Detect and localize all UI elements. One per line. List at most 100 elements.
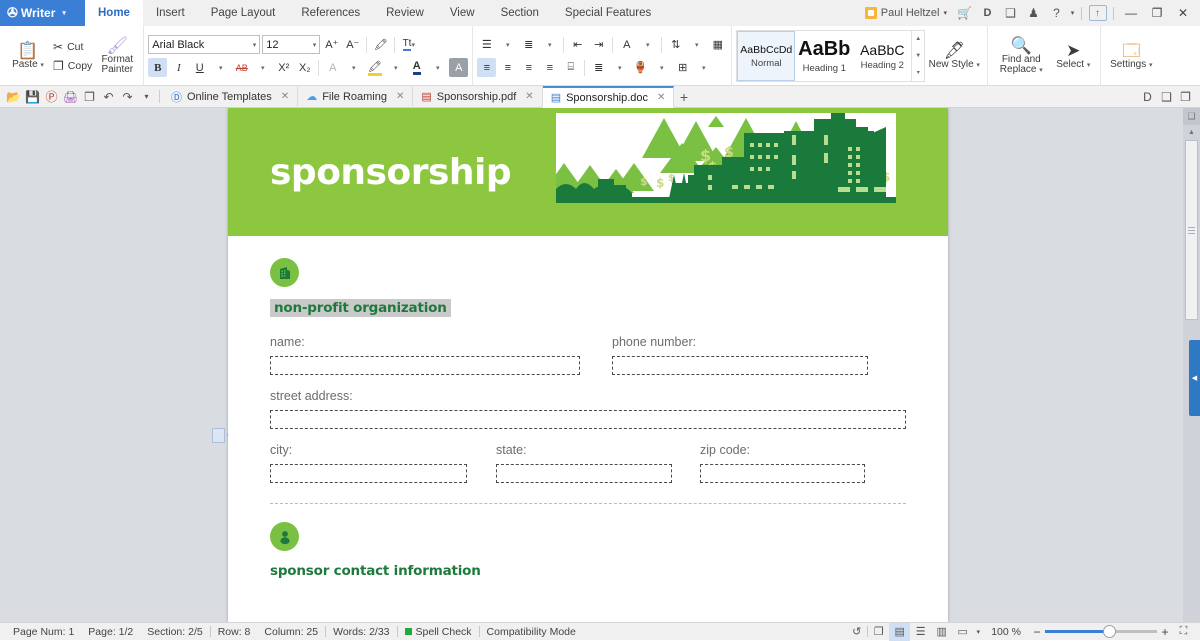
phone-input[interactable] [612, 356, 868, 375]
highlight-icon[interactable]: 🖍 [365, 58, 384, 77]
asian-layout-icon[interactable]: A [617, 35, 636, 54]
gallery-more-icon[interactable]: ▾ [912, 64, 924, 81]
app-brand-button[interactable]: ✇ Writer ▾ [0, 0, 85, 26]
asian-layout-caret-icon[interactable]: ▾ [638, 35, 657, 54]
minimize-button[interactable]: — [1118, 0, 1144, 26]
borders-icon[interactable]: ⊞ [673, 58, 692, 77]
image-toolbar-icon[interactable]: ❑ [1157, 86, 1176, 108]
font-color-button[interactable]: A [407, 58, 426, 77]
spell-check-button[interactable]: Spell Check [398, 626, 479, 638]
sort-icon[interactable]: ⇅ [666, 35, 685, 54]
numbered-list-caret-icon[interactable]: ▾ [540, 35, 559, 54]
sort-caret-icon[interactable]: ▾ [687, 35, 706, 54]
ribbon-tab-home[interactable]: Home [85, 0, 143, 26]
ribbon-tab-insert[interactable]: Insert [143, 0, 198, 26]
restore-button[interactable]: ❐ [1144, 0, 1170, 26]
print-layout-icon[interactable]: ▤ [889, 622, 911, 641]
section-heading-non-profit[interactable]: non-profit organization [270, 299, 451, 317]
share-toolbar-icon[interactable]: ❐ [1176, 86, 1195, 108]
shirt-icon[interactable]: ♟ [1022, 0, 1045, 26]
text-tool-button[interactable]: Tt ▾ [399, 35, 418, 54]
view-options-caret-icon[interactable]: ▾ [973, 623, 983, 641]
grow-font-button[interactable]: A⁺ [322, 35, 341, 54]
align-left-icon[interactable]: ≡ [477, 58, 497, 77]
copy-button[interactable]: ❐ Copy [50, 58, 95, 74]
numbered-list-icon[interactable]: ≣ [519, 35, 538, 54]
distribute-icon[interactable]: ⌸ [561, 58, 580, 77]
close-icon[interactable]: ✕ [281, 91, 289, 102]
justify-icon[interactable]: ≡ [540, 58, 559, 77]
new-style-button[interactable]: 🖋 New Style ▾ [925, 28, 983, 84]
outline-view-icon[interactable]: ☰ [910, 623, 931, 641]
borders-caret-icon[interactable]: ▾ [694, 58, 713, 77]
print-icon[interactable]: 🖨 [61, 86, 80, 108]
increase-indent-icon[interactable]: ⇥ [589, 35, 608, 54]
find-and-replace-button[interactable]: 🔍 Find and Replace ▾ [992, 28, 1050, 84]
help-caret-icon[interactable]: ▾ [1068, 0, 1077, 26]
state-input[interactable] [496, 464, 672, 483]
section-heading-sponsor-contact[interactable]: sponsor contact information [270, 563, 481, 579]
save-icon[interactable]: 💾 [23, 86, 42, 108]
ribbon-tab-special-features[interactable]: Special Features [552, 0, 664, 26]
character-border-caret-icon[interactable]: ▾ [344, 58, 363, 77]
gallery-scroll-down-icon[interactable]: ▼ [912, 48, 924, 65]
pdf-toolbar-icon[interactable]: D [1138, 86, 1157, 108]
zoom-knob[interactable] [1103, 625, 1117, 638]
style-heading-2[interactable]: AaBbC Heading 2 [853, 31, 911, 81]
zip-code-input[interactable] [700, 464, 865, 483]
superscript-button[interactable]: X² [274, 58, 293, 77]
align-right-icon[interactable]: ≡ [519, 58, 538, 77]
bullet-list-icon[interactable]: ☰ [477, 35, 496, 54]
highlight-caret-icon[interactable]: ▾ [386, 58, 405, 77]
gallery-scroll-up-icon[interactable]: ▲ [912, 31, 924, 48]
zoom-slider[interactable]: − + [1029, 625, 1173, 639]
zoom-track[interactable] [1045, 625, 1157, 638]
open-folder-icon[interactable]: 📂 [4, 86, 23, 108]
customize-caret-icon[interactable]: ▾ [137, 86, 156, 108]
history-icon[interactable]: ↺ [846, 623, 867, 641]
shading-icon[interactable]: 🏺 [631, 58, 650, 77]
ribbon-tab-section[interactable]: Section [488, 0, 552, 26]
user-account-button[interactable]: Paul Heltzel ▾ [864, 7, 947, 19]
fullscreen-icon[interactable]: ❐ [868, 623, 889, 641]
doc-tab-sponsorship-doc[interactable]: ▤ Sponsorship.doc ✕ [542, 85, 675, 108]
strikethrough-button[interactable]: AB [232, 58, 251, 77]
print-preview-icon[interactable]: ❐ [80, 86, 99, 108]
font-size-select[interactable]: 12 ▾ [262, 35, 321, 54]
ribbon-tab-references[interactable]: References [288, 0, 373, 26]
pdf-icon[interactable]: D [976, 0, 999, 26]
image-icon[interactable]: ❑ [999, 0, 1022, 26]
character-border-icon[interactable]: A [323, 58, 342, 77]
bold-button[interactable]: B [148, 58, 168, 77]
street-address-input[interactable] [270, 410, 906, 429]
close-icon[interactable]: ✕ [525, 91, 533, 102]
show-formatting-icon[interactable]: ▦ [708, 35, 727, 54]
new-tab-button[interactable]: + [674, 86, 693, 108]
fit-page-icon[interactable]: ⛶ [1173, 623, 1194, 641]
decrease-indent-icon[interactable]: ⇤ [568, 35, 587, 54]
italic-button[interactable]: I [169, 58, 188, 77]
ribbon-tab-view[interactable]: View [437, 0, 488, 26]
style-heading-1[interactable]: AaBb Heading 1 [795, 31, 853, 81]
subscript-button[interactable]: X₂ [295, 58, 314, 77]
cut-button[interactable]: ✂ Cut [50, 39, 95, 55]
close-button[interactable]: ✕ [1170, 0, 1196, 26]
select-button[interactable]: ➤ Select ▾ [1050, 28, 1096, 84]
ribbon-tab-review[interactable]: Review [373, 0, 437, 26]
panel-collapse-handle[interactable]: ◀ [1189, 340, 1200, 416]
align-center-icon[interactable]: ≡ [498, 58, 517, 77]
doc-tab-sponsorship-pdf[interactable]: ▤ Sponsorship.pdf ✕ [413, 85, 543, 108]
web-layout-icon[interactable]: ▥ [931, 623, 952, 641]
close-icon[interactable]: ✕ [396, 91, 404, 102]
scrollbar-thumb[interactable] [1185, 140, 1198, 320]
line-spacing-caret-icon[interactable]: ▾ [610, 58, 629, 77]
ribbon-tab-page-layout[interactable]: Page Layout [198, 0, 289, 26]
export-pdf-icon[interactable]: Ⓟ [42, 86, 61, 108]
underline-button[interactable]: U [190, 58, 209, 77]
style-normal[interactable]: AaBbCcDd Normal [737, 31, 796, 81]
name-input[interactable] [270, 356, 580, 375]
bullet-list-caret-icon[interactable]: ▾ [498, 35, 517, 54]
zoom-out-button[interactable]: − [1029, 625, 1045, 639]
document-page[interactable]: sponsorship $ $ $ $ $ $ non-profit organ… [228, 108, 948, 622]
strikethrough-caret-icon[interactable]: ▾ [253, 58, 272, 77]
